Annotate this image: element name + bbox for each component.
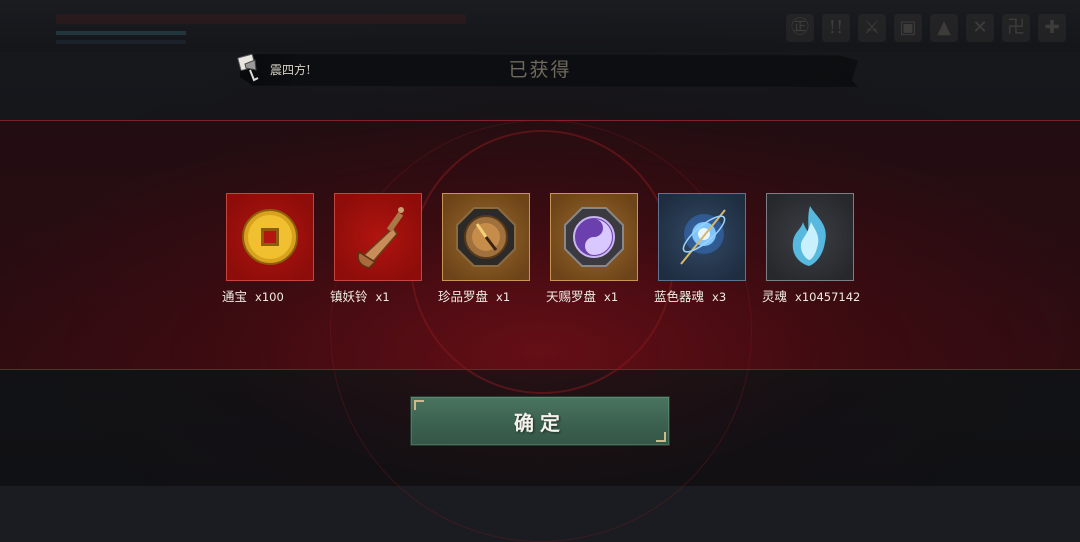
reward-item-qty: x3	[712, 290, 727, 304]
reward-item-qty: x1	[604, 290, 619, 304]
announcement-text: 震四方!	[270, 63, 311, 77]
reward-item-label: 镇妖铃 x1	[330, 286, 390, 305]
modal-title: 已获得	[508, 59, 572, 81]
reward-item-name: 珍品罗盘	[438, 289, 489, 304]
reward-item-name: 镇妖铃	[330, 289, 368, 304]
blue-soul-orb-icon	[680, 209, 726, 265]
reward-item[interactable]: 镇妖铃 x1	[330, 193, 422, 304]
reward-item-label: 灵魂 x10457142	[762, 286, 860, 305]
bell-icon	[357, 207, 404, 269]
reward-item[interactable]: 天赐罗盘 x1	[546, 193, 638, 304]
reward-item-name: 灵魂	[762, 289, 788, 304]
taiji-compass-icon	[564, 207, 624, 267]
reward-item-name: 蓝色器魂	[654, 289, 705, 304]
reward-item-name: 天赐罗盘	[546, 289, 597, 304]
reward-item-qty: x100	[255, 290, 284, 304]
reward-item-frame	[658, 193, 746, 281]
reward-item-name: 通宝	[222, 289, 248, 304]
reward-item-label: 珍品罗盘 x1	[438, 286, 510, 305]
reward-item-frame	[550, 193, 638, 281]
compass-icon	[456, 207, 516, 267]
coin-icon	[242, 209, 298, 265]
reward-item-label: 通宝 x100	[222, 286, 284, 305]
confirm-button-label: 确定	[514, 411, 566, 435]
reward-item[interactable]: 珍品罗盘 x1	[438, 193, 530, 304]
reward-item-frame	[334, 193, 422, 281]
reward-item-frame	[226, 193, 314, 281]
megaphone-icon	[236, 52, 268, 84]
confirm-button[interactable]: 确定	[410, 396, 670, 446]
reward-item[interactable]: 蓝色器魂 x3	[654, 193, 746, 304]
reward-item-frame	[442, 193, 530, 281]
reward-item[interactable]: 通宝 x100	[222, 193, 314, 304]
spirit-flame-icon	[792, 206, 826, 266]
reward-item[interactable]: 灵魂 x10457142	[762, 193, 860, 304]
reward-item-frame	[766, 193, 854, 281]
reward-item-label: 蓝色器魂 x3	[654, 286, 726, 305]
reward-item-qty: x1	[375, 290, 390, 304]
reward-item-label: 天赐罗盘 x1	[546, 286, 618, 305]
reward-item-qty: x10457142	[795, 290, 861, 304]
reward-item-qty: x1	[496, 290, 511, 304]
